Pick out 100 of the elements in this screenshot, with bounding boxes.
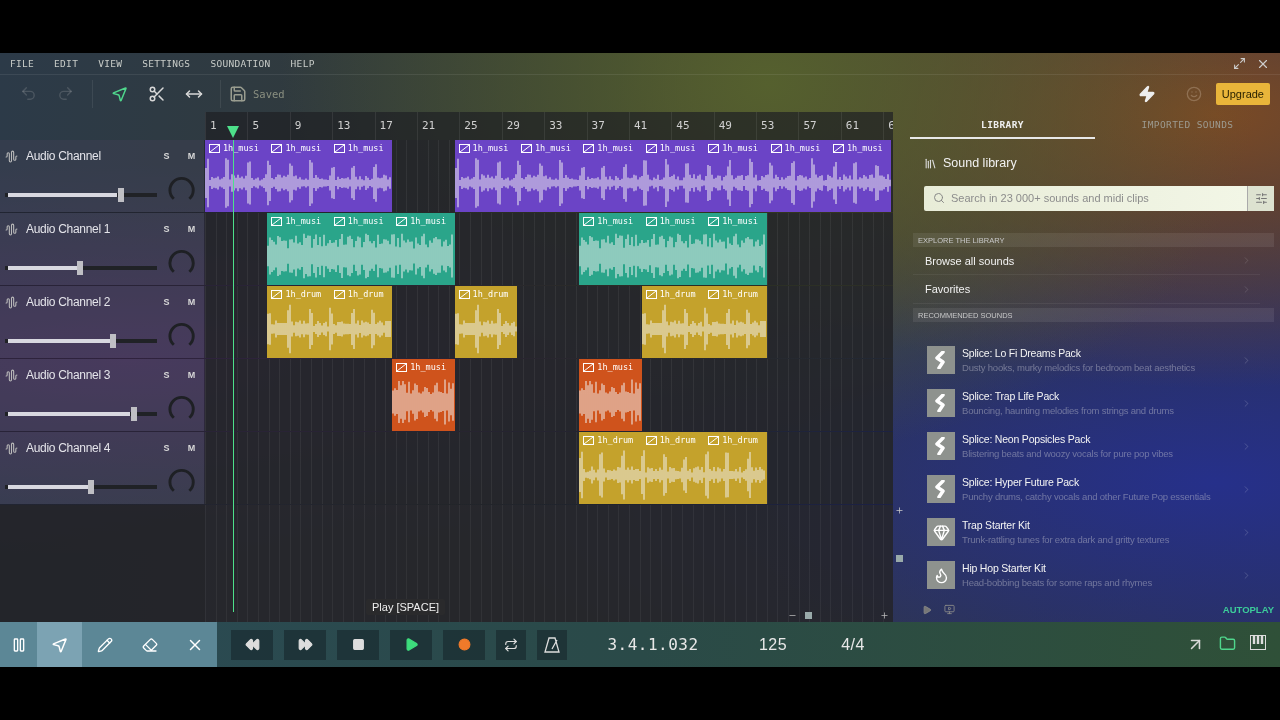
metronome-button[interactable] xyxy=(537,629,567,660)
sound-pack-item[interactable]: Hip Hop Starter Kit Head-bobbing beats for some raps and rhymes xyxy=(910,554,1260,597)
loop-icon xyxy=(504,637,518,652)
clip-icon xyxy=(271,289,283,299)
diamond-icon xyxy=(932,524,950,541)
clip-icon xyxy=(583,216,595,226)
sound-pack-item[interactable]: Splice: Lo Fi Dreams Pack Dusty hooks, murky melodics for bedroom beat aesthetics xyxy=(910,339,1260,382)
solo-button[interactable]: S xyxy=(154,144,179,168)
clip-name: 1h_musi xyxy=(285,216,322,226)
clip-name: 1h_musi xyxy=(722,143,758,153)
mute-button[interactable]: M xyxy=(179,363,204,387)
waveform-icon xyxy=(5,295,18,309)
stop-button[interactable] xyxy=(337,629,379,660)
pack-description: Head-bobbing beats for some raps and rhymes xyxy=(962,577,1153,589)
folder-icon[interactable] xyxy=(1219,635,1236,652)
pack-title: Hip Hop Starter Kit xyxy=(962,562,1047,575)
library-tab[interactable]: LIBRARY xyxy=(910,112,1095,139)
play-button[interactable] xyxy=(390,629,432,660)
menu-item[interactable]: FILE xyxy=(10,58,35,69)
clip-name: 1h_musi xyxy=(410,216,446,226)
record-button[interactable] xyxy=(443,629,485,660)
clip-icon xyxy=(708,143,720,153)
clip-icon xyxy=(396,216,408,226)
menu-item[interactable]: SETTINGS xyxy=(142,58,191,69)
sound-pack-item[interactable]: Splice: Hyper Future Pack Punchy drums, catchy vocals and other Future Pop essentials xyxy=(910,468,1260,511)
rewind-button[interactable] xyxy=(231,629,273,660)
slider-thumb[interactable] xyxy=(110,334,116,348)
pack-title: Trap Starter Kit xyxy=(962,519,1031,532)
record-icon xyxy=(457,638,471,651)
piano-icon[interactable] xyxy=(1250,635,1266,650)
track-name[interactable]: Audio Channel xyxy=(26,149,101,163)
audio-clip[interactable]: 1h_musi 1h_musi 1h_musi 1h_musi 1h_musi 1h_musi 1h_musi xyxy=(454,140,892,212)
autoplay-toggle[interactable]: AUTOPLAY xyxy=(1222,604,1274,615)
zoom-in-icon[interactable] xyxy=(880,611,889,620)
clip-name: 1h_musi xyxy=(846,143,883,153)
track-name[interactable]: Audio Channel 3 xyxy=(26,368,111,382)
menu-item[interactable]: SOUNDATION xyxy=(210,58,271,69)
clip-name: 1h_musi xyxy=(285,143,322,153)
sound-pack-item[interactable]: Splice: Trap Life Pack Bouncing, haunting melodies from strings and drums xyxy=(910,382,1260,425)
pack-title: Splice: Hyper Future Pack xyxy=(962,476,1080,489)
pack-title: Splice: Trap Life Pack xyxy=(962,390,1061,403)
mute-button[interactable]: M xyxy=(179,144,204,168)
clip-icon xyxy=(209,143,220,153)
zoom-slider-thumb[interactable] xyxy=(805,612,812,619)
pack-description: Dusty hooks, murky melodics for bedroom beat aesthetics xyxy=(962,362,1196,374)
fast-forward-icon xyxy=(297,637,313,652)
waveform-icon xyxy=(5,222,18,236)
vertical-zoom-thumb[interactable] xyxy=(895,555,903,562)
screen-icon[interactable] xyxy=(944,604,955,615)
clip-name: 1h_musi xyxy=(534,143,571,153)
library-link[interactable]: Favorites xyxy=(913,275,1260,305)
clip-name: 1h_musi xyxy=(722,216,758,226)
eraser-icon xyxy=(141,636,158,653)
track-name[interactable]: Audio Channel 2 xyxy=(26,295,111,309)
sound-pack-item[interactable]: Splice: Neon Popsicles Pack Blistering beats and woozy vocals for pure pop vibes xyxy=(910,425,1260,468)
library-link[interactable]: Browse all sounds xyxy=(913,246,1260,276)
clip-name: 1h_drum xyxy=(597,435,634,445)
clip-name: 1h_musi xyxy=(597,216,634,226)
slider-thumb[interactable] xyxy=(77,261,83,275)
slider-thumb[interactable] xyxy=(131,407,137,421)
save-status: Saved xyxy=(253,87,285,100)
clip-icon xyxy=(770,143,782,153)
lightning-icon[interactable] xyxy=(1137,84,1156,103)
clip-icon xyxy=(333,289,345,299)
save-icon[interactable] xyxy=(229,84,247,103)
mute-button[interactable]: M xyxy=(179,290,204,314)
filter-button[interactable] xyxy=(1247,186,1274,211)
solo-button[interactable]: S xyxy=(154,436,179,460)
menu-item[interactable]: VIEW xyxy=(98,58,123,69)
audio-clip[interactable]: 1h_musi xyxy=(579,359,642,431)
mute-button[interactable]: M xyxy=(179,217,204,241)
loop-button[interactable] xyxy=(496,629,526,660)
preview-play-icon[interactable] xyxy=(922,604,932,615)
tooltip: Play [SPACE] xyxy=(366,599,446,615)
clip-icon xyxy=(458,143,470,153)
solo-button[interactable]: S xyxy=(154,217,179,241)
track-name[interactable]: Audio Channel 1 xyxy=(26,222,111,236)
clip-name: 1h_drum xyxy=(722,435,758,445)
menu-item[interactable]: EDIT xyxy=(54,58,79,69)
search-field[interactable]: Search in 23 000+ sounds and midi clips xyxy=(924,186,1247,211)
clip-icon xyxy=(271,143,283,153)
solo-button[interactable]: S xyxy=(154,290,179,314)
fast-forward-button[interactable] xyxy=(284,629,326,660)
maximize-icon[interactable] xyxy=(1233,57,1246,70)
mute-button[interactable]: M xyxy=(179,436,204,460)
expand-icon[interactable] xyxy=(894,506,904,515)
clip-name: 1h_drum xyxy=(285,289,322,299)
menu-item[interactable]: HELP xyxy=(290,58,315,69)
slider-thumb[interactable] xyxy=(87,480,94,494)
slider-thumb[interactable] xyxy=(117,188,124,202)
audio-clip[interactable]: 1h_musi xyxy=(392,359,455,431)
solo-button[interactable]: S xyxy=(154,363,179,387)
library-icon xyxy=(924,156,937,170)
time-signature[interactable]: 4/4 xyxy=(818,635,888,654)
track-name[interactable]: Audio Channel 4 xyxy=(26,441,111,455)
upgrade-button[interactable]: Upgrade xyxy=(1215,82,1270,105)
clip-name: 1h_musi xyxy=(659,143,696,153)
tempo-readout[interactable]: 125 xyxy=(728,635,818,654)
sound-pack-item[interactable]: Trap Starter Kit Trunk-rattling tunes for extra dark and gritty textures xyxy=(910,511,1260,554)
metronome-icon xyxy=(544,636,560,653)
